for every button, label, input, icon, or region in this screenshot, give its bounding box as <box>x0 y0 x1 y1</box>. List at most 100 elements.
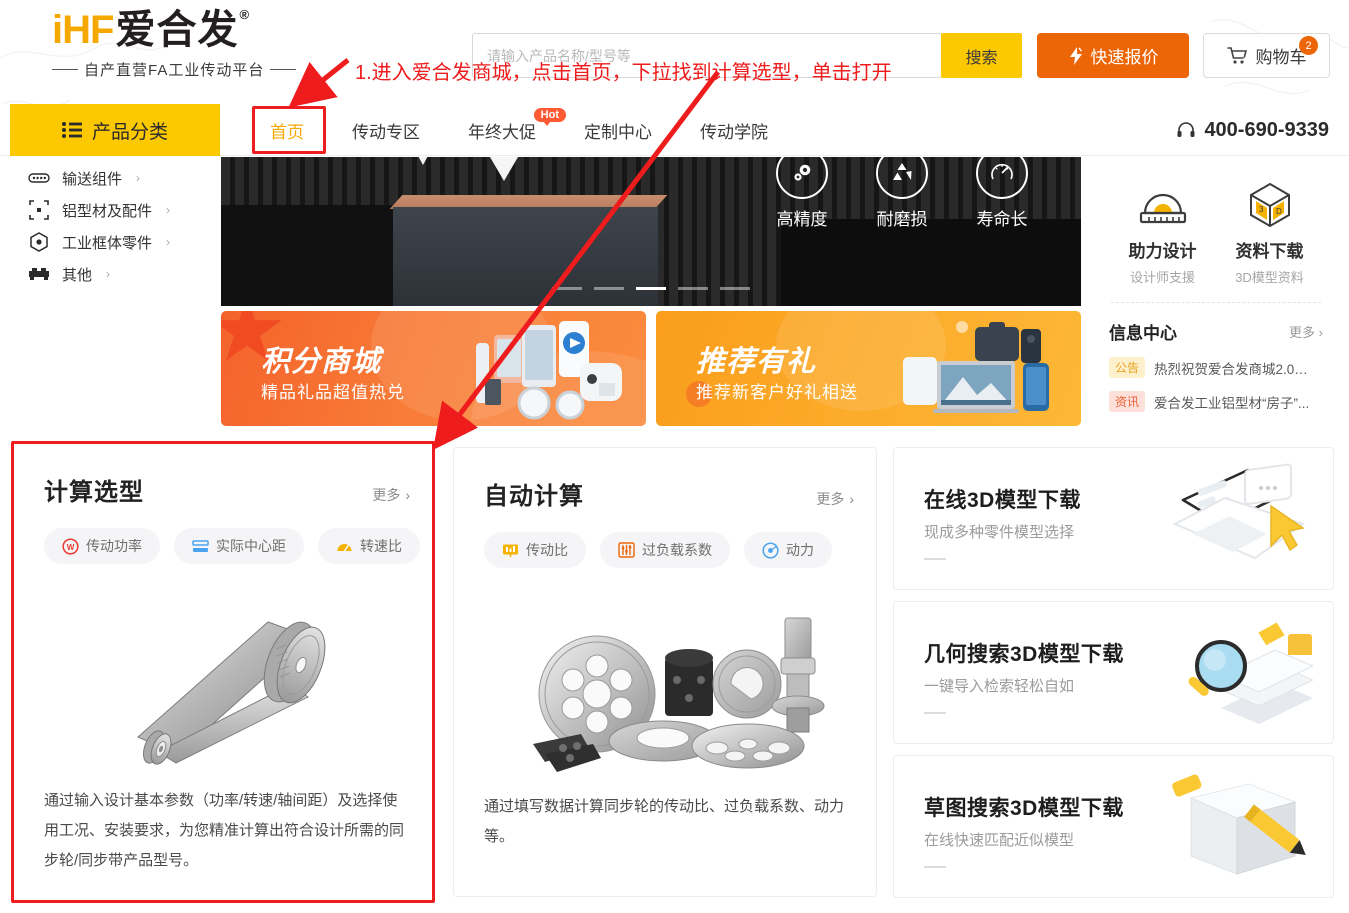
news-item[interactable]: 公告 热烈祝贺爱合发商城2.0版... <box>1109 357 1323 378</box>
card-online-3d-download[interactable]: 在线3D模型下载 现成多种零件模型选择 <box>893 447 1334 590</box>
sidebar-divider <box>1111 302 1321 303</box>
card-calculation-selection-more[interactable]: 更多 › <box>372 485 410 505</box>
carousel-feature-wear: 耐磨损 <box>867 157 937 230</box>
tagline-dash-right <box>270 68 297 71</box>
carousel-pedestal-right <box>781 219 1081 306</box>
gear-icon <box>776 157 828 199</box>
card-online-3d-download-title: 在线3D模型下载 <box>924 489 1081 512</box>
nav-item-year-end-sale[interactable]: 年终大促 Hot <box>444 104 566 156</box>
power-dot-icon <box>762 541 779 559</box>
ratio-icon <box>503 544 518 557</box>
news-item-text: 热烈祝贺爱合发商城2.0版... <box>1154 361 1315 377</box>
promo-banner-points-mall[interactable]: 积分商城 精品礼品超值热兑 <box>221 311 646 426</box>
promo-referral-title: 推荐有礼 <box>696 346 817 378</box>
nav-item-custom-center[interactable]: 定制中心 <box>560 104 676 156</box>
chip-power[interactable]: 动力 <box>744 532 832 568</box>
news-center-more-label: 更多 <box>1289 325 1316 340</box>
conveyor-icon <box>28 167 50 189</box>
chip-speed-ratio[interactable]: 转速比 <box>318 528 420 564</box>
cart-button[interactable]: 购物车 2 <box>1203 33 1330 78</box>
shortcut-data-download[interactable]: 3 D 资料下载 3D模型资料 <box>1220 177 1320 286</box>
category-item-frame-parts[interactable]: 工业框体零件 › <box>28 231 203 253</box>
site-logo[interactable]: i HF 爱合发 ® 自产直营FA工业传动平台 <box>52 7 352 80</box>
card-divider <box>924 866 946 868</box>
page-root: i HF 爱合发 ® 自产直营FA工业传动平台 搜索 快速报价 <box>0 0 1349 913</box>
card-sketch-search-3d-title: 草图搜索3D模型下载 <box>924 797 1124 820</box>
category-panel: 输送组件 › 铝型材及配件 › 工业框体零件 › 其他 › <box>10 157 221 284</box>
other-icon <box>28 263 50 285</box>
product-category-button[interactable]: 产品分类 <box>10 104 220 156</box>
chip-transmission-power[interactable]: W 传动功率 <box>44 528 160 564</box>
headset-icon <box>1177 122 1195 137</box>
overload-icon <box>618 542 635 558</box>
card-calculation-selection-title: 计算选型 <box>44 479 144 506</box>
annotation-text: 1.进入爱合发商城，点击首页，下拉找到计算选型，单击打开 <box>355 62 892 84</box>
cube-pencil-icon <box>1172 774 1306 875</box>
tagline-dash-left <box>52 68 78 71</box>
main-navigation: 产品分类 首页 传动专区 年终大促 Hot 定制中心 传动学院 400-690-… <box>0 104 1349 156</box>
registered-mark-icon: ® <box>239 7 249 22</box>
carousel-pedestal-front <box>393 207 658 306</box>
category-item-conveyor[interactable]: 输送组件 › <box>28 167 203 189</box>
svg-text:W: W <box>67 543 75 552</box>
logo-chinese: 爱合发 <box>115 8 239 52</box>
card-auto-calculation-more[interactable]: 更多 › <box>816 489 854 509</box>
nav-item-academy-label: 传动学院 <box>700 122 768 142</box>
card-auto-calculation-image <box>454 583 876 798</box>
chip-center-distance[interactable]: 实际中心距 <box>174 528 304 564</box>
logo-letters-hf: HF <box>62 8 114 52</box>
shortcut-design-support[interactable]: 助力设计 设计师支援 <box>1113 177 1213 286</box>
carousel-dots[interactable] <box>552 287 750 290</box>
speed-ratio-icon <box>337 543 352 551</box>
card-divider <box>924 558 946 560</box>
hero-carousel[interactable]: 高精度 耐磨损 寿命长 <box>221 157 1081 306</box>
card-auto-calculation-header: 自动计算 更多 › <box>484 476 854 511</box>
nav-item-academy[interactable]: 传动学院 <box>676 104 792 156</box>
product-category-label: 产品分类 <box>91 121 168 143</box>
shortcut-design-support-title: 助力设计 <box>1128 242 1197 261</box>
card-sketch-search-3d-subtitle: 在线快速匹配近似模型 <box>924 832 1075 849</box>
logo-tagline: 自产直营FA工业传动平台 <box>52 59 352 80</box>
carousel-dot-2[interactable] <box>594 287 624 290</box>
carousel-dot-3[interactable] <box>636 287 666 290</box>
nav-item-list: 首页 传动专区 年终大促 Hot 定制中心 传动学院 <box>246 104 792 156</box>
category-item-other[interactable]: 其他 › <box>28 263 203 285</box>
promo-points-mall-title: 积分商城 <box>261 346 382 378</box>
devices-illustration-icon <box>903 322 1049 413</box>
lightning-icon <box>1069 46 1082 65</box>
chip-overload-factor[interactable]: 过负载系数 <box>600 532 730 568</box>
carousel-feature-list: 高精度 耐磨损 寿命长 <box>767 157 1037 230</box>
promo-banner-referral[interactable]: 推荐有礼 推荐新客户好礼相送 <box>656 311 1081 426</box>
carousel-dot-5[interactable] <box>720 287 750 290</box>
quick-quote-button[interactable]: 快速报价 <box>1037 33 1189 78</box>
card-calculation-selection[interactable]: 计算选型 更多 › W 传动功率 实际中心距 转速比 通过输入设计基本参数（功率… <box>11 441 435 903</box>
cart-icon <box>1226 47 1247 64</box>
search-button[interactable]: 搜索 <box>941 33 1022 78</box>
category-item-aluminum-profile-label: 铝型材及配件 <box>62 202 153 220</box>
card-auto-calculation[interactable]: 自动计算 更多 › 传动比 过负载系数 动力 通过填写数据计算同步轮的传动比、过… <box>453 447 877 897</box>
card-calculation-selection-chips: W 传动功率 实际中心距 转速比 <box>44 528 420 564</box>
category-item-frame-parts-label: 工业框体零件 <box>62 234 153 252</box>
news-item[interactable]: 资讯 爱合发工业铝型材“房子”... <box>1109 391 1323 412</box>
card-online-3d-download-subtitle: 现成多种零件模型选择 <box>924 524 1075 541</box>
card-calculation-selection-header: 计算选型 更多 › <box>44 472 410 507</box>
right-sidebar: 助力设计 设计师支援 3 D 资料下载 3D模型资料 信息中心 更多 › 公告 … <box>1093 157 1339 426</box>
card-geometry-search-3d-subtitle: 一键导入检索轻松自如 <box>924 678 1075 695</box>
cube-3d-icon: 3 D <box>1220 177 1320 233</box>
logo-wordmark: i HF 爱合发 ® <box>52 7 352 52</box>
nav-item-transmission-zone[interactable]: 传动专区 <box>328 104 444 156</box>
card-sketch-search-3d[interactable]: 草图搜索3D模型下载 在线快速匹配近似模型 <box>893 755 1334 898</box>
carousel-dot-1[interactable] <box>552 287 582 290</box>
card-calculation-selection-image <box>14 579 432 794</box>
category-item-aluminum-profile[interactable]: 铝型材及配件 › <box>28 199 203 221</box>
news-tag-info: 资讯 <box>1109 391 1146 412</box>
card-geometry-search-3d[interactable]: 几何搜索3D模型下载 一键导入检索轻松自如 <box>893 601 1334 744</box>
news-tag-announcement: 公告 <box>1109 357 1146 378</box>
carousel-dot-4[interactable] <box>678 287 708 290</box>
logo-letter-i: i <box>52 8 63 52</box>
news-item-text: 爱合发工业铝型材“房子”... <box>1154 395 1310 411</box>
news-center-more-link[interactable]: 更多 › <box>1289 322 1323 341</box>
chip-transmission-ratio[interactable]: 传动比 <box>484 532 586 568</box>
more-label: 更多 <box>816 491 845 507</box>
card-calculation-selection-description: 通过输入设计基本参数（功率/转速/轴间距）及选择使用工况、安装要求，为您精准计算… <box>44 792 405 869</box>
